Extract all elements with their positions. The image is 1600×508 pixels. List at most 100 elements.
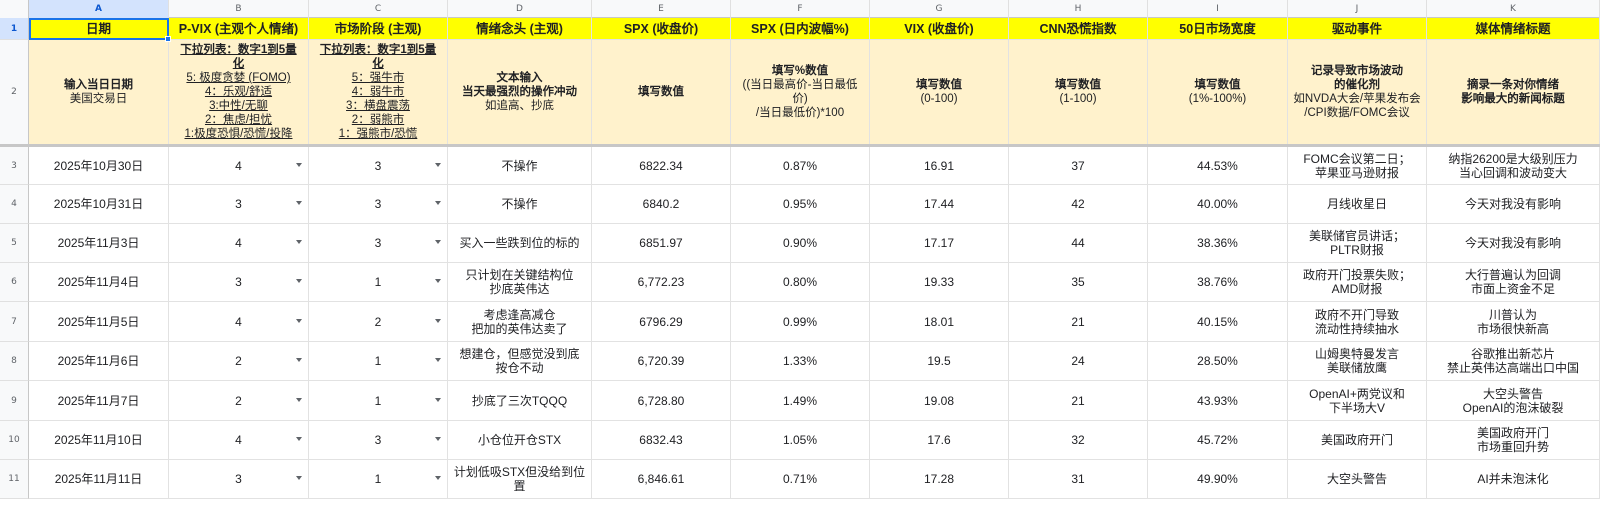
data-cell[interactable]: 买入一些跌到位的标的 (448, 224, 592, 263)
chevron-down-icon[interactable] (296, 476, 302, 480)
data-cell[interactable]: 35 (1009, 263, 1148, 302)
chevron-down-icon[interactable] (296, 279, 302, 283)
column-letter-g[interactable]: G (870, 0, 1009, 18)
data-cell[interactable]: 计划低吸STX但没给到位置 (448, 460, 592, 499)
row-number[interactable]: 4 (0, 185, 29, 224)
data-cell[interactable]: 6,772.23 (592, 263, 731, 302)
dropdown-cell[interactable]: 4 (169, 421, 309, 460)
description-cell-j[interactable]: 记录导致市场波动 的催化剂 如NVDA大会/苹果发布会/CPI数据/FOMC会议 (1288, 40, 1427, 145)
chevron-down-icon[interactable] (435, 358, 441, 362)
column-letter-a[interactable]: A (29, 0, 169, 18)
data-cell[interactable]: 6832.43 (592, 421, 731, 460)
chevron-down-icon[interactable] (435, 437, 441, 441)
row-number[interactable]: 2 (0, 40, 29, 145)
data-cell[interactable]: 抄底了三次TQQQ (448, 381, 592, 421)
data-cell[interactable]: 0.71% (731, 460, 870, 499)
dropdown-cell[interactable]: 1 (309, 381, 448, 421)
header-cell-g[interactable]: VIX (收盘价) (870, 18, 1009, 40)
data-cell[interactable]: 今天对我没有影响 (1427, 224, 1600, 263)
data-cell[interactable]: 38.76% (1148, 263, 1288, 302)
header-cell-a[interactable]: 日期 (29, 18, 169, 40)
chevron-down-icon[interactable] (435, 318, 441, 323)
column-letter-c[interactable]: C (309, 0, 448, 18)
description-cell-g[interactable]: 填写数值 (0-100) (870, 40, 1009, 145)
description-cell-e[interactable]: 填写数值 (592, 40, 731, 145)
data-cell[interactable]: 31 (1009, 460, 1148, 499)
data-cell[interactable]: 18.01 (870, 302, 1009, 342)
dropdown-cell[interactable]: 3 (309, 224, 448, 263)
data-cell[interactable]: 40.15% (1148, 302, 1288, 342)
data-cell[interactable]: 28.50% (1148, 342, 1288, 381)
data-cell[interactable]: 16.91 (870, 147, 1009, 185)
dropdown-cell[interactable]: 3 (309, 185, 448, 224)
header-cell-k[interactable]: 媒体情绪标题 (1427, 18, 1600, 40)
data-cell[interactable]: 山姆奥特曼发言 美联储放鹰 (1288, 342, 1427, 381)
data-cell[interactable]: 美国政府开门 市场重回升势 (1427, 421, 1600, 460)
data-cell[interactable]: 21 (1009, 302, 1148, 342)
chevron-down-icon[interactable] (296, 318, 302, 323)
description-cell-d[interactable]: 文本输入 当天最强烈的操作冲动 如追高、抄底 (448, 40, 592, 145)
data-cell[interactable]: 38.36% (1148, 224, 1288, 263)
dropdown-cell[interactable]: 2 (309, 302, 448, 342)
description-cell-b[interactable]: 下拉列表：数字1到5量化 5: 极度贪婪 (FOMO) 4：乐观/舒适 3:中性/无聊… (169, 40, 309, 145)
chevron-down-icon[interactable] (296, 397, 302, 402)
header-cell-i[interactable]: 50日市场宽度 (1148, 18, 1288, 40)
row-number[interactable]: 8 (0, 342, 29, 381)
chevron-down-icon[interactable] (296, 201, 302, 205)
data-cell[interactable]: 大空头警告 OpenAI的泡沫破裂 (1427, 381, 1600, 421)
data-cell[interactable]: 49.90% (1148, 460, 1288, 499)
data-cell[interactable]: 2025年10月30日 (29, 147, 169, 185)
data-cell[interactable]: 6840.2 (592, 185, 731, 224)
dropdown-cell[interactable]: 3 (169, 263, 309, 302)
data-cell[interactable]: 6822.34 (592, 147, 731, 185)
data-cell[interactable]: 2025年11月11日 (29, 460, 169, 499)
chevron-down-icon[interactable] (296, 437, 302, 441)
data-cell[interactable]: 0.99% (731, 302, 870, 342)
data-cell[interactable]: 44 (1009, 224, 1148, 263)
header-cell-h[interactable]: CNN恐慌指数 (1009, 18, 1148, 40)
data-cell[interactable]: 24 (1009, 342, 1148, 381)
data-cell[interactable]: 只计划在关键结构位 抄底英伟达 (448, 263, 592, 302)
chevron-down-icon[interactable] (435, 240, 441, 244)
data-cell[interactable]: 大行普遍认为回调 市面上资金不足 (1427, 263, 1600, 302)
column-letter-j[interactable]: J (1288, 0, 1427, 18)
data-cell[interactable]: 政府不开门导致 流动性持续抽水 (1288, 302, 1427, 342)
header-cell-f[interactable]: SPX (日内波幅%) (731, 18, 870, 40)
data-cell[interactable]: 0.90% (731, 224, 870, 263)
data-cell[interactable]: 6796.29 (592, 302, 731, 342)
description-cell-i[interactable]: 填写数值 (1%-100%) (1148, 40, 1288, 145)
dropdown-cell[interactable]: 2 (169, 342, 309, 381)
dropdown-cell[interactable]: 3 (309, 147, 448, 185)
header-cell-j[interactable]: 驱动事件 (1288, 18, 1427, 40)
data-cell[interactable]: 月线收星日 (1288, 185, 1427, 224)
data-cell[interactable]: 小仓位开仓STX (448, 421, 592, 460)
column-letter-k[interactable]: K (1427, 0, 1600, 18)
header-cell-e[interactable]: SPX (收盘价) (592, 18, 731, 40)
row-number[interactable]: 5 (0, 224, 29, 263)
header-cell-d[interactable]: 情绪念头 (主观) (448, 18, 592, 40)
description-cell-f[interactable]: 填写%数值 ((当日最高价-当日最低 价) /当日最低价)*100 (731, 40, 870, 145)
chevron-down-icon[interactable] (296, 162, 302, 167)
data-cell[interactable]: 42 (1009, 185, 1148, 224)
chevron-down-icon[interactable] (296, 358, 302, 362)
data-cell[interactable]: 2025年11月5日 (29, 302, 169, 342)
chevron-down-icon[interactable] (435, 476, 441, 480)
data-cell[interactable]: 川普认为 市场很快新高 (1427, 302, 1600, 342)
dropdown-cell[interactable]: 1 (309, 460, 448, 499)
data-cell[interactable]: 不操作 (448, 185, 592, 224)
data-cell[interactable]: 2025年11月3日 (29, 224, 169, 263)
header-cell-c[interactable]: 市场阶段 (主观) (309, 18, 448, 40)
data-cell[interactable]: 1.05% (731, 421, 870, 460)
row-number[interactable]: 10 (0, 421, 29, 460)
row-number[interactable]: 7 (0, 302, 29, 342)
select-all-corner[interactable] (0, 0, 29, 18)
data-cell[interactable]: 谷歌推出新芯片 禁止英伟达高端出口中国 (1427, 342, 1600, 381)
dropdown-cell[interactable]: 3 (169, 185, 309, 224)
data-cell[interactable]: 17.6 (870, 421, 1009, 460)
description-cell-c[interactable]: 下拉列表：数字1到5量化 5：强牛市 4：弱牛市 3：横盘震荡 2：弱熊市 1：强熊市/恐… (309, 40, 448, 145)
data-cell[interactable]: AI并未泡沫化 (1427, 460, 1600, 499)
row-number[interactable]: 11 (0, 460, 29, 499)
chevron-down-icon[interactable] (435, 279, 441, 283)
data-cell[interactable]: 不操作 (448, 147, 592, 185)
data-cell[interactable]: 0.87% (731, 147, 870, 185)
